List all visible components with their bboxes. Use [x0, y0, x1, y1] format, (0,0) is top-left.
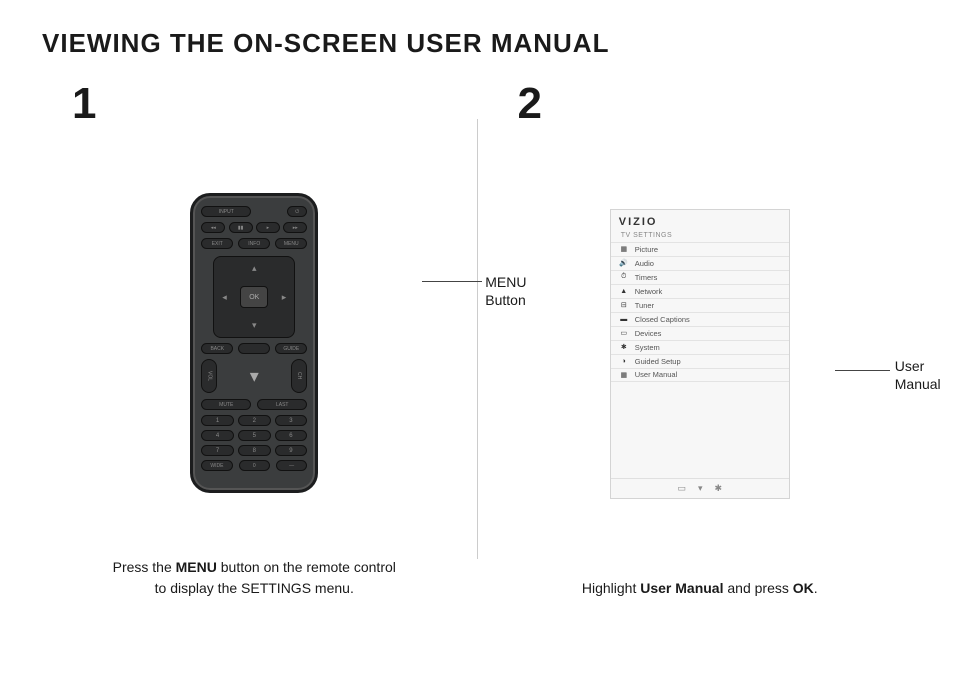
- remote-menu-button: MENU: [275, 238, 307, 249]
- caption-text: to display the SETTINGS menu.: [155, 580, 354, 596]
- tv-settings-header: TV SETTINGS: [611, 231, 789, 242]
- tv-menu-item: ▦ Picture: [611, 242, 789, 256]
- tv-menu-item: ✱ System: [611, 340, 789, 354]
- menu-item-icon: ⊟: [619, 301, 629, 309]
- step-1-number: 1: [72, 79, 96, 129]
- menu-item-label: User Manual: [635, 370, 678, 379]
- remote-wide-button: WIDE: [201, 460, 232, 471]
- remote-dash-button: —: [276, 460, 307, 471]
- menu-item-label: Picture: [635, 245, 658, 254]
- footer-icon: ▾: [698, 483, 703, 494]
- remote-num-6: 6: [275, 430, 308, 441]
- dpad-left-icon: ◂: [222, 292, 227, 303]
- footer-icon: ▭: [677, 483, 686, 494]
- tv-menu-item: ▲ Network: [611, 284, 789, 298]
- remote-num-3: 3: [275, 415, 308, 426]
- callout-text-1: User: [895, 358, 925, 374]
- menu-item-label: System: [635, 343, 660, 352]
- remote-num-7: 7: [201, 445, 234, 456]
- step-columns: 1 INPUT ⏻ ◂◂ ▮▮ ▸ ▸▸ EXIT IN: [42, 79, 912, 599]
- remote-ch-button: CH: [291, 359, 307, 393]
- remote-exit-button: EXIT: [201, 238, 233, 249]
- menu-item-icon: 🔊: [619, 259, 629, 267]
- menu-item-label: Guided Setup: [635, 357, 681, 366]
- menu-item-icon: ✱: [619, 343, 629, 351]
- remote-blank-button: [238, 343, 270, 354]
- dpad-right-icon: ▸: [282, 292, 287, 303]
- remote-back-button: BACK: [201, 343, 233, 354]
- remote-dpad: ▴ ▾ ◂ ▸ OK: [213, 256, 295, 338]
- tv-menu-item: ◑ Guided Setup: [611, 354, 789, 368]
- remote-guide-button: GUIDE: [275, 343, 307, 354]
- dpad-down-icon: ▾: [252, 320, 257, 331]
- remote-last-button: LAST: [257, 399, 307, 410]
- step-2-illustration: VIZIO TV SETTINGS ▦ Picture 🔊 Audio ⏱ Timers ▲…: [488, 139, 913, 568]
- step-1-caption: Press the MENU button on the remote cont…: [113, 557, 396, 599]
- tv-menu-item: ▦ User Manual: [611, 368, 789, 382]
- caption-bold: MENU: [176, 559, 217, 575]
- menu-item-icon: ▲: [619, 287, 629, 295]
- menu-item-label: Timers: [635, 273, 658, 282]
- remote-num-9: 9: [275, 445, 308, 456]
- remote-num-0: 0: [239, 460, 270, 471]
- vizio-logo-icon: ▾: [250, 366, 259, 387]
- tv-menu-item: ⏱ Timers: [611, 270, 789, 284]
- remote-num-4: 4: [201, 430, 234, 441]
- step-2-number: 2: [518, 79, 542, 129]
- remote-num-5: 5: [238, 430, 271, 441]
- remote-mute-button: MUTE: [201, 399, 251, 410]
- remote-pause-button: ▮▮: [229, 222, 253, 233]
- menu-item-icon: ▭: [619, 329, 629, 337]
- menu-item-label: Devices: [635, 329, 662, 338]
- remote-rewind-button: ◂◂: [201, 222, 225, 233]
- menu-item-icon: ◑: [619, 357, 629, 365]
- remote-input-button: INPUT: [201, 206, 251, 217]
- step-2-caption: Highlight User Manual and press OK.: [582, 578, 818, 599]
- caption-text: .: [814, 580, 818, 596]
- remote-power-button: ⏻: [287, 206, 307, 217]
- remote-ffwd-button: ▸▸: [283, 222, 307, 233]
- menu-item-label: Audio: [635, 259, 654, 268]
- menu-item-icon: ⏱: [619, 273, 629, 281]
- remote-info-button: INFO: [238, 238, 270, 249]
- tv-menu-item: 🔊 Audio: [611, 256, 789, 270]
- remote-play-button: ▸: [256, 222, 280, 233]
- remote-control: INPUT ⏻ ◂◂ ▮▮ ▸ ▸▸ EXIT INFO MENU: [190, 193, 318, 493]
- remote-number-pad: 1 2 3 4 5 6 7 8 9: [201, 415, 307, 456]
- page-title: VIEWING THE ON-SCREEN USER MANUAL: [42, 28, 912, 59]
- menu-item-icon: ▦: [619, 245, 629, 253]
- menu-item-label: Network: [635, 287, 663, 296]
- tv-settings-menu: VIZIO TV SETTINGS ▦ Picture 🔊 Audio ⏱ Timers ▲…: [610, 209, 790, 499]
- caption-text: and press: [723, 580, 792, 596]
- step-1-illustration: INPUT ⏻ ◂◂ ▮▮ ▸ ▸▸ EXIT INFO MENU: [42, 139, 467, 547]
- menu-item-label: Closed Captions: [635, 315, 690, 324]
- caption-bold: OK: [793, 580, 814, 596]
- column-divider: [477, 119, 478, 559]
- callout-text-2: Manual: [895, 376, 941, 392]
- user-manual-callout-line: [835, 370, 890, 371]
- user-manual-callout: User Manual: [895, 357, 941, 393]
- tv-menu-footer: ▭ ▾ ✱: [611, 478, 789, 498]
- caption-bold: User Manual: [640, 580, 723, 596]
- caption-text: Press the: [113, 559, 176, 575]
- dpad-up-icon: ▴: [252, 263, 257, 274]
- menu-item-icon: ▬: [619, 315, 629, 323]
- remote-vol-button: VOL: [201, 359, 217, 393]
- caption-text: button on the remote control: [217, 559, 396, 575]
- tv-menu-item: ▬ Closed Captions: [611, 312, 789, 326]
- remote-num-1: 1: [201, 415, 234, 426]
- caption-text: Highlight: [582, 580, 640, 596]
- remote-num-2: 2: [238, 415, 271, 426]
- footer-icon: ✱: [715, 483, 723, 494]
- menu-item-label: Tuner: [635, 301, 654, 310]
- menu-item-icon: ▦: [619, 371, 629, 379]
- remote-ok-button: OK: [240, 286, 268, 308]
- tv-brand-label: VIZIO: [611, 210, 789, 231]
- step-2-column: 2 VIZIO TV SETTINGS ▦ Picture 🔊 Audio ⏱ Timer…: [488, 79, 913, 599]
- tv-menu-item: ▭ Devices: [611, 326, 789, 340]
- step-1-column: 1 INPUT ⏻ ◂◂ ▮▮ ▸ ▸▸ EXIT IN: [42, 79, 467, 599]
- tv-menu-item: ⊟ Tuner: [611, 298, 789, 312]
- remote-num-8: 8: [238, 445, 271, 456]
- menu-callout-line: [422, 281, 482, 282]
